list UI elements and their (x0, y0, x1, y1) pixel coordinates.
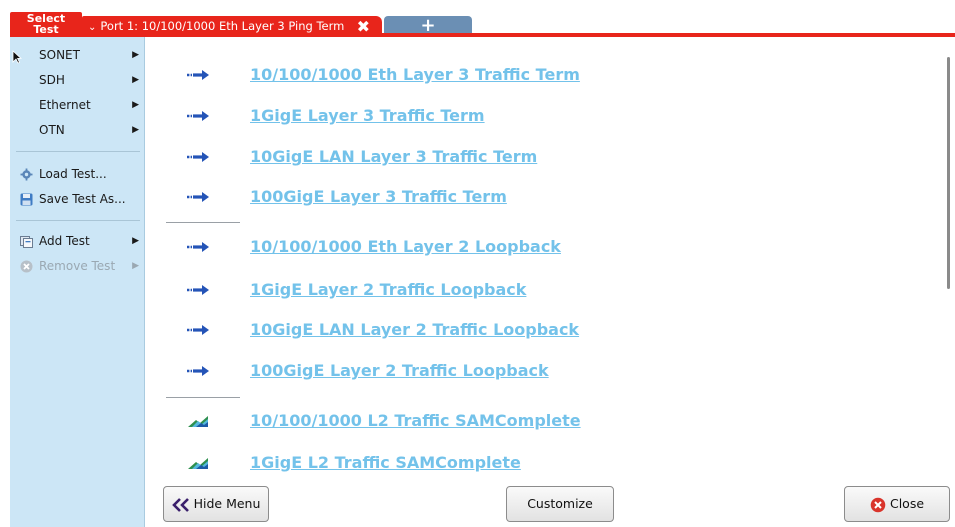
submenu-arrow-icon: ▶ (132, 261, 139, 271)
menu-divider (16, 220, 140, 221)
test-link[interactable]: 10GigE LAN Layer 2 Traffic Loopback (250, 316, 579, 344)
test-row[interactable]: 10/100/1000 L2 Traffic SAMComplete (146, 407, 926, 435)
save-icon (20, 193, 33, 206)
arrow-icon (187, 152, 209, 162)
test-row[interactable]: 10GigE LAN Layer 3 Traffic Term (146, 143, 926, 171)
menu-item-sonet[interactable]: SONET ▶ (10, 44, 145, 66)
arrow-icon (187, 242, 209, 252)
test-list-panel: 10/100/1000 Eth Layer 3 Traffic Term 1Gi… (146, 37, 955, 527)
submenu-arrow-icon: ▶ (132, 125, 139, 135)
close-button[interactable]: Close (844, 486, 950, 522)
samcomplete-icon (188, 416, 208, 427)
samcomplete-icon (188, 458, 208, 469)
menu-item-label: Add Test (39, 234, 90, 248)
close-icon (870, 497, 886, 512)
test-row[interactable]: 100GigE Layer 3 Traffic Term (146, 183, 926, 211)
hide-menu-label: Hide Menu (193, 496, 261, 511)
arrow-icon (187, 366, 209, 376)
submenu-arrow-icon: ▶ (132, 236, 139, 246)
test-link[interactable]: 10/100/1000 Eth Layer 3 Traffic Term (250, 61, 580, 89)
menu-item-label: Load Test... (39, 167, 107, 181)
test-link[interactable]: 10/100/1000 L2 Traffic SAMComplete (250, 407, 581, 435)
tab-bar: Select Test ⌄ Port 1: 10/100/1000 Eth Lay… (0, 0, 955, 37)
double-chevron-left-icon (171, 497, 189, 512)
test-row[interactable]: 1GigE L2 Traffic SAMComplete (146, 449, 926, 477)
test-link[interactable]: 1GigE Layer 2 Traffic Loopback (250, 276, 526, 304)
menu-item-add-test[interactable]: Add Test ▶ (10, 230, 145, 252)
menu-item-remove-test: Remove Test ▶ (10, 255, 145, 277)
left-menu: SONET ▶ SDH ▶ Ethernet ▶ OTN ▶ Load Test… (10, 37, 145, 527)
test-link[interactable]: 100GigE Layer 2 Traffic Loopback (250, 357, 549, 385)
group-divider (166, 222, 240, 223)
menu-item-load-test[interactable]: Load Test... (10, 163, 145, 185)
customize-button[interactable]: Customize (506, 486, 614, 522)
test-row[interactable]: 100GigE Layer 2 Traffic Loopback (146, 357, 926, 385)
menu-item-sdh[interactable]: SDH ▶ (10, 69, 145, 91)
test-selection-screen: Select Test ⌄ Port 1: 10/100/1000 Eth Lay… (0, 0, 955, 527)
group-divider (166, 397, 240, 398)
menu-item-label: Save Test As... (39, 192, 126, 206)
menu-item-ethernet[interactable]: Ethernet ▶ (10, 94, 145, 116)
test-link[interactable]: 1GigE Layer 3 Traffic Term (250, 102, 485, 130)
test-row[interactable]: 1GigE Layer 2 Traffic Loopback (146, 276, 926, 304)
test-row[interactable]: 10/100/1000 Eth Layer 3 Traffic Term (146, 61, 926, 89)
menu-divider (16, 151, 140, 152)
menu-item-otn[interactable]: OTN ▶ (10, 119, 145, 141)
menu-item-label: OTN (39, 123, 65, 137)
test-link[interactable]: 10/100/1000 Eth Layer 2 Loopback (250, 233, 561, 261)
test-row[interactable]: 10/100/1000 Eth Layer 2 Loopback (146, 233, 926, 261)
test-link[interactable]: 10GigE LAN Layer 3 Traffic Term (250, 143, 537, 171)
test-link[interactable]: 1GigE L2 Traffic SAMComplete (250, 449, 521, 477)
mouse-cursor-icon (12, 50, 22, 64)
hide-menu-button[interactable]: Hide Menu (163, 486, 269, 522)
menu-item-label: SONET (39, 48, 80, 62)
menu-item-save-test-as[interactable]: Save Test As... (10, 188, 145, 210)
menu-item-label: SDH (39, 73, 65, 87)
arrow-icon (187, 111, 209, 121)
test-row[interactable]: 10GigE LAN Layer 2 Traffic Loopback (146, 316, 926, 344)
remove-icon (20, 260, 33, 273)
arrow-icon (187, 70, 209, 80)
test-row[interactable]: 1GigE Layer 3 Traffic Term (146, 102, 926, 130)
menu-item-label: Ethernet (39, 98, 91, 112)
submenu-arrow-icon: ▶ (132, 50, 139, 60)
submenu-arrow-icon: ▶ (132, 100, 139, 110)
scrollbar-thumb[interactable] (947, 57, 950, 289)
menu-item-label: Remove Test (39, 259, 116, 273)
add-test-icon (20, 236, 33, 248)
arrow-icon (187, 285, 209, 295)
close-label: Close (889, 496, 925, 511)
test-link[interactable]: 100GigE Layer 3 Traffic Term (250, 183, 507, 211)
submenu-arrow-icon: ▶ (132, 75, 139, 85)
port-tab-label: Port 1: 10/100/1000 Eth Layer 3 Ping Ter… (100, 19, 345, 33)
customize-label: Customize (527, 496, 593, 511)
arrow-icon (187, 192, 209, 202)
gear-icon (20, 168, 33, 181)
arrow-icon (187, 325, 209, 335)
